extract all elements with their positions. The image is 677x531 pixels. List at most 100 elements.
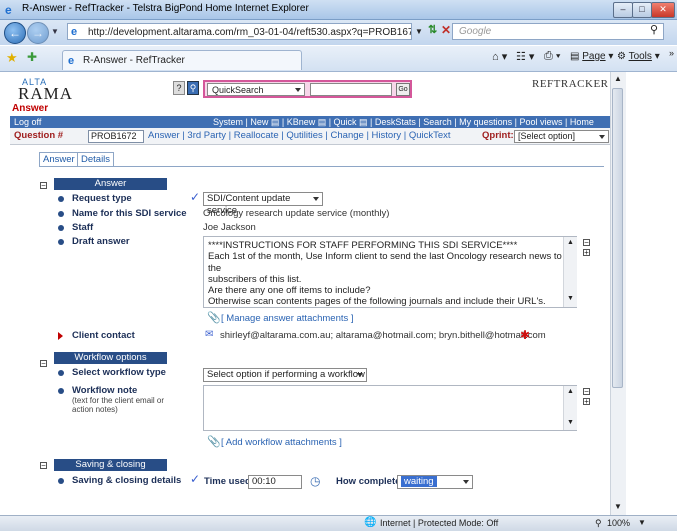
time-used-input[interactable]: 00:10 [248,475,302,489]
feeds-icon[interactable]: ☷ ▾ [516,50,534,63]
collapse-closing-icon[interactable]: − [40,462,47,470]
scroll-down-icon[interactable]: ▼ [614,502,622,511]
sdi-name-label: Name for this SDI service [72,208,187,219]
request-type-select[interactable]: SDI/Content update service [203,192,323,216]
staff-value: Joe Jackson [203,222,256,233]
required-arrow-icon [58,332,63,340]
clock-icon[interactable]: ◷ [310,474,320,488]
qprint-label: Qprint: [482,130,514,141]
forward-button[interactable]: → [27,22,49,44]
question-number-input[interactable]: PROB1672 [88,130,144,143]
tools-menu[interactable]: ⚙ Tools ▾ [617,51,660,62]
shrink-note-icon[interactable]: − [583,388,590,396]
right-margin [626,72,677,515]
address-dropdown-icon[interactable]: ▼ [415,27,423,36]
manage-answer-attachments-link[interactable]: [ Manage answer attachments ] [221,313,354,324]
main-nav: Log off System | New ▤ | KBnew ▤ | Quick… [10,116,610,128]
tab-divider [39,166,604,167]
staff-label: Staff [72,222,94,233]
client-contact-label: Client contact [72,330,135,341]
quicksearch-select[interactable]: QuickSearch [207,83,305,96]
browser-tab[interactable]: e R-Answer - RefTracker [62,50,302,70]
close-window-button[interactable]: ✕ [651,2,675,18]
sdi-name-value: Oncology research update service (monthl… [203,208,390,219]
favorites-star-icon[interactable]: ★ [6,50,18,66]
page-title: Answer [12,103,49,114]
draft-answer-textarea[interactable]: ****INSTRUCTIONS FOR STAFF PERFORMING TH… [203,236,577,308]
minimize-button[interactable]: – [613,2,633,18]
back-button[interactable]: ← [4,22,26,44]
bullet-icon [58,196,64,202]
client-contact-value: shirleyf@altarama.com.au; altarama@hotma… [220,330,546,341]
add-workflow-attachments-link[interactable]: [ Add workflow attachments ] [221,437,342,448]
workflow-note-textarea[interactable] [203,385,577,431]
window-title-bar: e R-Answer - RefTracker - Telstra BigPon… [0,0,677,20]
page-favicon-icon: e [71,26,78,38]
search-icon[interactable]: ⚲ [650,23,658,36]
collapse-workflow-icon[interactable]: − [40,360,47,368]
request-type-label: Request type [72,193,132,204]
tab-answer[interactable]: Answer [39,152,79,167]
page-menu[interactable]: ▤ Page ▾ [570,51,613,62]
required-star-icon: ✱ [520,328,531,342]
bullet-icon [58,225,64,231]
page-scrollbar-thumb[interactable] [612,88,623,388]
bullet-icon [58,370,64,376]
logoff-link[interactable]: Log off [14,116,41,128]
refresh-icon[interactable]: ⇅ [428,23,437,36]
expand-textarea-icon[interactable]: + [583,249,590,257]
workflow-note-label: Workflow note [72,385,138,396]
page-content: ALTA RAMA Answer REFTRACKER ? ⚲ QuickSea… [10,72,610,515]
workflow-note-sublabel: (text for the client email or action not… [72,396,165,414]
request-type-check-icon: ✓ [190,190,201,204]
bullet-icon [58,239,64,245]
nav-links[interactable]: System | New ▤ | KBnew ▤ | Quick ▤ | Des… [213,116,594,128]
web-search-input[interactable]: Google [452,23,664,40]
bullet-icon [58,388,64,394]
stop-icon[interactable]: ✕ [441,23,451,37]
brand-text: REFTRACKER [532,78,609,90]
help-icon[interactable]: ? [173,81,185,95]
status-bar: 🌐 Internet | Protected Mode: Off ⚲ 100% … [0,515,677,531]
qprint-select[interactable]: [Select option] [514,130,609,143]
quicksearch-input[interactable] [310,83,392,96]
ie-logo-icon: e [5,3,12,17]
closing-details-label: Saving & closing details [72,475,182,486]
expand-note-icon[interactable]: + [583,398,590,406]
email-icon: ✉ [205,329,214,340]
tab-title: R-Answer - RefTracker [83,55,185,66]
workflow-type-select[interactable]: Select option if performing a workflow [203,368,367,382]
history-dropdown-icon[interactable]: ▼ [51,27,59,36]
maximize-button[interactable]: □ [632,2,652,18]
collapse-answer-icon[interactable]: − [40,182,47,190]
add-favorite-icon[interactable]: ✚ [27,50,37,64]
address-input[interactable]: http://development.altarama.com/rm_03-01… [67,23,412,40]
time-used-label: Time used [204,476,251,487]
workflow-section-header: Workflow options [54,352,167,364]
paperclip-icon: 📎 [207,312,221,324]
print-icon[interactable]: ⎙ ▾ [544,50,560,63]
search-magnifier-icon[interactable]: ⚲ [187,81,199,95]
toolbar-overflow-icon[interactable]: » [669,48,674,58]
logo-bottom-text: RAMA [18,84,74,103]
tab-favicon-icon: e [68,55,75,67]
closing-section-header: Saving & closing [54,459,167,471]
draft-answer-label: Draft answer [72,236,130,247]
scroll-up-icon[interactable]: ▲ [614,74,622,83]
globe-icon: 🌐 [364,517,377,528]
zoom-level[interactable]: 100% [607,518,630,528]
home-icon[interactable]: ⌂ ▾ [492,50,507,63]
security-zone[interactable]: Internet | Protected Mode: Off [380,518,498,528]
shrink-textarea-icon[interactable]: − [583,239,590,247]
bullet-icon [58,211,64,217]
workflow-note-scrollbar[interactable]: ▲ ▼ [563,386,577,430]
time-check-icon: ✓ [190,472,201,486]
zoom-icon[interactable]: ⚲ [595,518,602,529]
zoom-dropdown-icon[interactable]: ▼ [638,518,646,527]
go-button[interactable]: Go [396,83,410,96]
draft-scrollbar[interactable]: ▲ ▼ [563,237,577,307]
how-complete-select[interactable]: waiting [397,475,473,489]
question-action-links[interactable]: Answer | 3rd Party | Reallocate | Qutili… [148,128,451,144]
window-title: R-Answer - RefTracker - Telstra BigPond … [22,3,309,14]
tab-details[interactable]: Details [77,152,115,167]
